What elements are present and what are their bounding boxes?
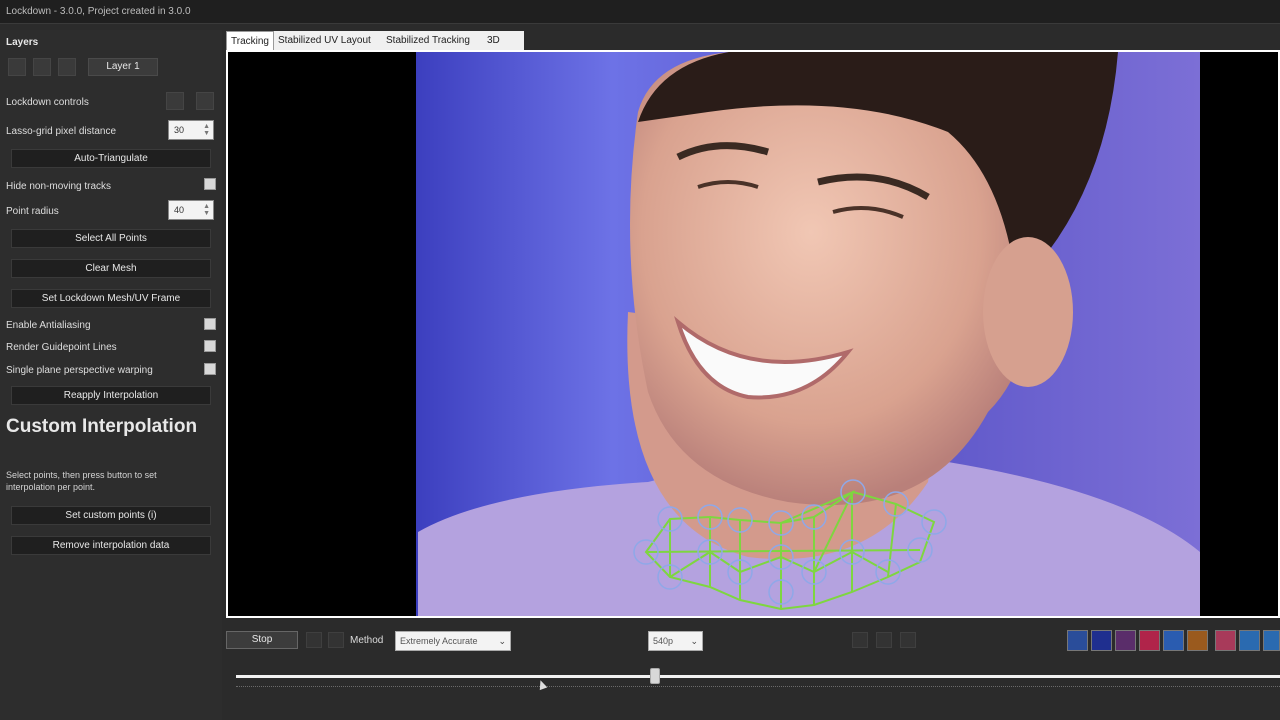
grid-icon[interactable] [1139, 630, 1160, 651]
back-icon[interactable] [8, 58, 26, 76]
guidepoint-lines-checkbox[interactable] [204, 340, 216, 352]
link-icon[interactable] [1187, 630, 1208, 651]
method-label: Method [350, 635, 384, 646]
point-icon[interactable] [1215, 630, 1236, 651]
tracking-viewer[interactable] [226, 50, 1280, 618]
forward-icon[interactable] [33, 58, 51, 76]
point-radius-input[interactable]: 40 ▲ ▼ [168, 200, 214, 220]
arrow-icon[interactable] [1263, 630, 1280, 651]
resolution-value: 540p [653, 636, 674, 646]
keyframe-dots [236, 686, 1280, 688]
lasso-input[interactable]: 30 ▲ ▼ [168, 120, 214, 140]
help-icon[interactable] [166, 92, 184, 110]
brush-icon[interactable] [1115, 630, 1136, 651]
grid-icon[interactable] [852, 632, 868, 648]
circle-icon[interactable] [1091, 630, 1112, 651]
play-forward-icon[interactable] [328, 632, 344, 648]
chevron-down-icon: ⌄ [498, 636, 506, 646]
layers-header: Layers [6, 37, 39, 48]
chevron-down-icon: ⌄ [690, 636, 698, 646]
clear-mesh-button[interactable]: Clear Mesh [11, 259, 211, 278]
reapply-interpolation-button[interactable]: Reapply Interpolation [11, 386, 211, 405]
custom-interpolation-description: Select points, then press button to set … [6, 470, 157, 492]
video-frame[interactable] [228, 52, 1278, 616]
tab-tracking[interactable]: Tracking [226, 31, 274, 50]
remove-interpolation-button[interactable]: Remove interpolation data [11, 536, 211, 555]
tab-stabilized-tracking[interactable]: Stabilized Tracking [386, 31, 484, 50]
set-mesh-button[interactable]: Set Lockdown Mesh/UV Frame [11, 289, 211, 308]
video-image [416, 52, 1200, 616]
playback-bar: Stop Method Extremely Accurate ⌄ 540p ⌄ [222, 620, 1280, 720]
tab-stabilized-uv-layout[interactable]: Stabilized UV Layout [278, 31, 384, 50]
square-icon[interactable] [1239, 630, 1260, 651]
settings-icon[interactable] [196, 92, 214, 110]
auto-triangulate-button[interactable]: Auto-Triangulate [11, 149, 211, 168]
title-bar: Lockdown - 3.0.0, Project created in 3.0… [0, 0, 1280, 24]
timeline-handle[interactable] [650, 668, 660, 684]
spin-icon[interactable]: ▲ ▼ [203, 203, 210, 217]
lasso-value: 30 [174, 125, 185, 135]
grid-icon[interactable] [900, 632, 916, 648]
hide-tracks-label: Hide non-moving tracks [6, 181, 112, 192]
lock-icon[interactable] [1163, 630, 1184, 651]
tab-3d[interactable]: 3D [487, 31, 507, 50]
spin-icon[interactable]: ▲ ▼ [203, 123, 210, 137]
add-icon[interactable] [58, 58, 76, 76]
stop-button[interactable]: Stop [226, 631, 298, 649]
lasso-label: Lasso-grid pixel distance [6, 126, 117, 137]
antialiasing-label: Enable Antialiasing [6, 320, 91, 331]
pin-icon[interactable] [1067, 630, 1088, 651]
lockdown-panel: Layers Layer 1 Lockdown controls Lasso-g… [0, 30, 222, 720]
set-custom-points-button[interactable]: Set custom points (i) [11, 506, 211, 525]
resolution-select[interactable]: 540p ⌄ [648, 631, 703, 651]
single-plane-label: Single plane perspective warping [6, 365, 153, 376]
antialiasing-checkbox[interactable] [204, 318, 216, 330]
grid-icon[interactable] [876, 632, 892, 648]
view-tabs: Tracking Stabilized UV Layout Stabilized… [226, 31, 524, 50]
custom-interpolation-title: Custom Interpolation [6, 416, 198, 437]
select-all-button[interactable]: Select All Points [11, 229, 211, 248]
play-back-icon[interactable] [306, 632, 322, 648]
window-title: Lockdown - 3.0.0, Project created in 3.0… [6, 6, 191, 17]
lockdown-controls-label: Lockdown controls [6, 97, 89, 108]
ear [983, 237, 1073, 387]
guidepoint-lines-label: Render Guidepoint Lines [6, 342, 117, 353]
layer-button[interactable]: Layer 1 [88, 58, 158, 76]
timeline-track[interactable] [236, 675, 1280, 678]
single-plane-checkbox[interactable] [204, 363, 216, 375]
point-radius-label: Point radius [6, 206, 59, 217]
mouse-cursor [536, 678, 548, 691]
method-value: Extremely Accurate [400, 636, 478, 646]
point-radius-value: 40 [174, 205, 185, 215]
hide-tracks-checkbox[interactable] [204, 178, 216, 190]
method-select[interactable]: Extremely Accurate ⌄ [395, 631, 511, 651]
